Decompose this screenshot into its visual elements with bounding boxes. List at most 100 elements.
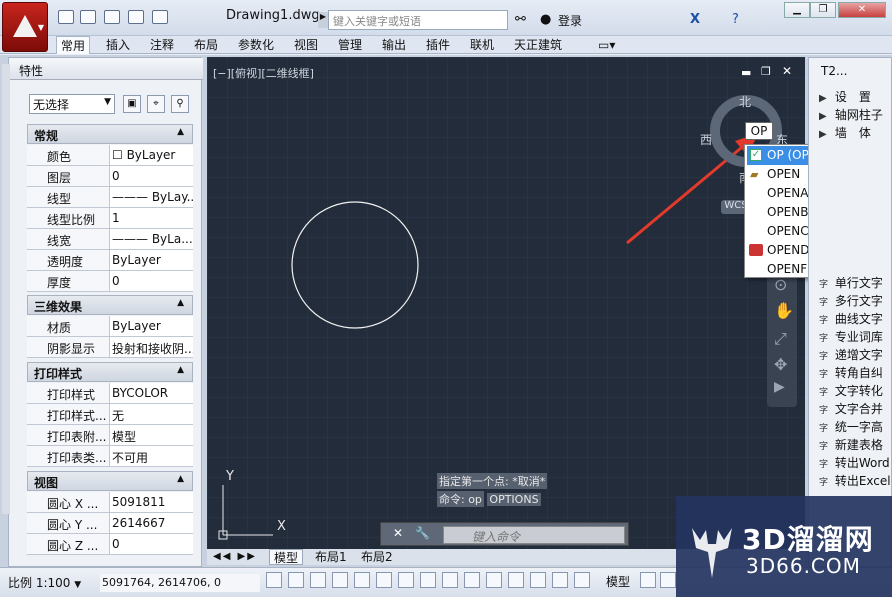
property-value[interactable]: 模型 — [109, 425, 193, 445]
showmotion-icon[interactable]: ▶ — [774, 379, 785, 395]
property-value[interactable]: ——— ByLay... — [109, 187, 193, 207]
orbit-icon[interactable]: ✥ — [774, 355, 787, 374]
wrench-icon[interactable]: 🔧 — [415, 526, 430, 540]
section-view[interactable]: 视图 ▲ — [27, 471, 193, 491]
property-value[interactable]: 2614667 — [109, 513, 193, 533]
tab-layout2[interactable]: 布局2 — [357, 549, 397, 565]
t2-text-tool[interactable]: 字 单行文字 — [819, 274, 883, 292]
help-icon[interactable]: ? — [732, 12, 739, 27]
ortho-mode-icon[interactable] — [332, 572, 348, 588]
lineweight-icon[interactable] — [486, 572, 502, 588]
property-row[interactable]: 圆心 Z ... 0 — [27, 534, 193, 555]
property-value[interactable]: ☐ ByLayer — [109, 145, 193, 165]
drawing-canvas[interactable]: [−][俯视][二维线框] ▬ ❐ ✕ Y X 北 西 东 南 WCS ⊙ ✋ … — [207, 57, 805, 549]
viewport-restore-icon[interactable]: ❐ — [761, 65, 771, 78]
tab-insert[interactable]: 插入 — [102, 36, 134, 54]
save-icon[interactable] — [104, 10, 120, 24]
property-row[interactable]: 线型 ——— ByLay... — [27, 187, 193, 208]
viewport-close-icon[interactable]: ✕ — [782, 64, 792, 78]
property-value[interactable]: ByLayer — [109, 316, 193, 336]
selection-cycling-icon[interactable] — [552, 572, 568, 588]
search-input[interactable]: 键入关键字或短语 — [328, 10, 508, 30]
tab-layout1[interactable]: 布局1 — [311, 549, 351, 565]
quick-properties-icon[interactable] — [530, 572, 546, 588]
select-objects-icon[interactable]: ⌖ — [147, 95, 165, 113]
property-row[interactable]: 打印样式 BYCOLOR — [27, 383, 193, 404]
viewport-minimize-icon[interactable]: ▬ — [741, 66, 751, 79]
save-as-icon[interactable] — [128, 10, 144, 24]
tab-manage[interactable]: 管理 — [334, 36, 366, 54]
pan-icon[interactable]: ✋ — [774, 301, 794, 320]
t2-text-tool[interactable]: 字 文字转化 — [819, 382, 883, 400]
compass-west[interactable]: 西 — [700, 131, 712, 148]
section-3d-effects[interactable]: 三维效果 ▲ — [27, 295, 193, 315]
property-value[interactable]: 0 — [109, 534, 193, 554]
tab-view[interactable]: 视图 — [290, 36, 322, 54]
property-row[interactable]: 颜色 ☐ ByLayer — [27, 145, 193, 166]
model-space-toggle[interactable]: 模型 — [606, 573, 630, 590]
property-row[interactable]: 透明度 ByLayer — [27, 250, 193, 271]
property-value[interactable]: 投射和接收阴... — [109, 337, 193, 357]
tab-layout[interactable]: 布局 — [190, 36, 222, 54]
property-row[interactable]: 图层 0 — [27, 166, 193, 187]
section-plot-style[interactable]: 打印样式 ▲ — [27, 362, 193, 382]
3d-osnap-icon[interactable] — [398, 572, 414, 588]
t2-item-settings[interactable]: ▶ 设 置 — [819, 88, 871, 106]
annotation-scale[interactable]: 比例 1:100 ▼ — [8, 574, 81, 591]
tab-annotate[interactable]: 注释 — [146, 36, 178, 54]
user-icon[interactable]: ● — [540, 12, 551, 27]
grid-display-icon[interactable] — [310, 572, 326, 588]
property-row[interactable]: 圆心 Y ... 2614667 — [27, 513, 193, 534]
search-expand-icon[interactable]: ▶ — [318, 12, 328, 28]
tab-plugins[interactable]: 插件 — [422, 36, 454, 54]
open-file-icon[interactable] — [80, 10, 96, 24]
property-row[interactable]: 厚度 0 — [27, 271, 193, 292]
tab-model[interactable]: 模型 — [269, 549, 304, 565]
tab-tangent[interactable]: 天正建筑 — [510, 36, 566, 54]
property-row[interactable]: 线型比例 1 — [27, 208, 193, 229]
dynamic-input-icon[interactable] — [464, 572, 480, 588]
selection-dropdown[interactable]: 无选择 ▼ — [29, 94, 115, 114]
property-value[interactable]: 0 — [109, 271, 193, 291]
object-snap-tracking-icon[interactable] — [420, 572, 436, 588]
login-button[interactable]: 登录 — [558, 12, 582, 29]
property-value[interactable]: 无 — [109, 404, 193, 424]
layout-view-icon[interactable] — [640, 572, 656, 588]
t2-text-tool[interactable]: 字 文字合并 — [819, 400, 883, 418]
quick-select-icon[interactable]: ⚲ — [171, 95, 189, 113]
t2-text-tool[interactable]: 字 新建表格 — [819, 436, 883, 454]
t2-text-tool[interactable]: 字 转出Word — [819, 454, 890, 472]
command-line-bar[interactable]: ✕ 🔧 键入命令 — [380, 522, 629, 546]
new-file-icon[interactable] — [58, 10, 74, 24]
compass-north[interactable]: 北 — [739, 93, 751, 110]
application-menu-button[interactable]: ▼ — [2, 2, 48, 52]
property-row[interactable]: 线宽 ——— ByLa... — [27, 229, 193, 250]
navigation-bar[interactable]: ⊙ ✋ ⤢ ✥ ▶ — [767, 257, 797, 407]
tab-output[interactable]: 输出 — [378, 36, 410, 54]
quick-view-icon[interactable] — [660, 572, 676, 588]
t2-text-tool[interactable]: 字 多行文字 — [819, 292, 883, 310]
ribbon-toggle-icon[interactable]: ▭▾ — [594, 36, 619, 54]
t2-item-wall[interactable]: ▶ 墙 体 — [819, 124, 871, 142]
infer-constraints-icon[interactable] — [266, 572, 282, 588]
property-row[interactable]: 打印样式... 无 — [27, 404, 193, 425]
layout-nav-arrows-icon[interactable]: ◀◀ ▶▶ — [209, 549, 261, 565]
property-value[interactable]: 1 — [109, 208, 193, 228]
property-value[interactable]: ByLayer — [109, 250, 193, 270]
t2-text-tool[interactable]: 字 曲线文字 — [819, 310, 883, 328]
property-row[interactable]: 圆心 X ... 5091811 — [27, 492, 193, 513]
section-general[interactable]: 常规 ▲ — [27, 124, 193, 144]
restore-button[interactable]: ❐ — [810, 2, 836, 18]
t2-text-tool[interactable]: 字 专业词库 — [819, 328, 883, 346]
binoculars-icon[interactable]: ⚯ — [515, 12, 526, 27]
viewport-controls-label[interactable]: [−][俯视][二维线框] — [213, 65, 314, 81]
property-row[interactable]: 打印表附... 模型 — [27, 425, 193, 446]
tab-online[interactable]: 联机 — [466, 36, 498, 54]
t2-text-tool[interactable]: 字 转角自纠 — [819, 364, 883, 382]
exchange-icon[interactable]: X — [690, 12, 700, 27]
snap-mode-icon[interactable] — [288, 572, 304, 588]
property-value[interactable]: 5091811 — [109, 492, 193, 512]
tab-home[interactable]: 常用 — [56, 36, 91, 54]
property-row[interactable]: 材质 ByLayer — [27, 316, 193, 337]
t2-item-axis-column[interactable]: ▶ 轴网柱子 — [819, 106, 883, 124]
